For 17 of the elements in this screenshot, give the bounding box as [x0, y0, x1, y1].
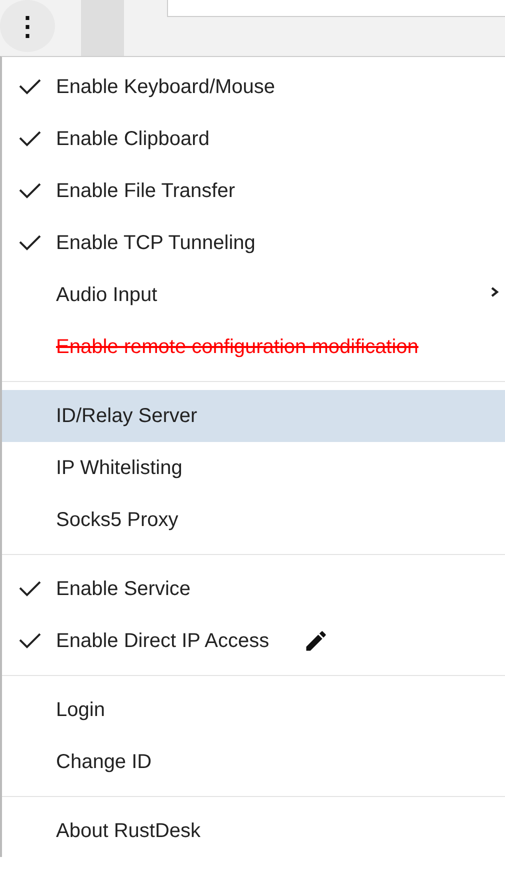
menu-item[interactable]: Enable remote configuration modification [2, 321, 505, 373]
menu-item[interactable]: Enable Service [2, 563, 505, 615]
menu-item[interactable]: Login [2, 684, 505, 736]
toolbar-band [81, 0, 124, 56]
menu-button[interactable]: ⋮ [0, 0, 55, 52]
menu-item[interactable]: Enable TCP Tunneling [2, 217, 505, 269]
menu-item[interactable]: About RustDesk [2, 805, 505, 857]
menu-item[interactable]: Enable Clipboard [2, 113, 505, 165]
menu-item[interactable]: Socks5 Proxy [2, 494, 505, 546]
menu-item[interactable]: Change ID [2, 736, 505, 788]
menu-item[interactable]: ID/Relay Server [2, 390, 505, 442]
menu-item[interactable]: Enable Keyboard/Mouse [2, 61, 505, 113]
chevron-right-icon [491, 286, 499, 298]
menu-item[interactable]: Enable Direct IP Access [2, 615, 505, 667]
menu-item[interactable]: IP Whitelisting [2, 442, 505, 494]
menu-item[interactable]: Audio Input [2, 269, 505, 321]
menu-item[interactable]: Enable File Transfer [2, 165, 505, 217]
